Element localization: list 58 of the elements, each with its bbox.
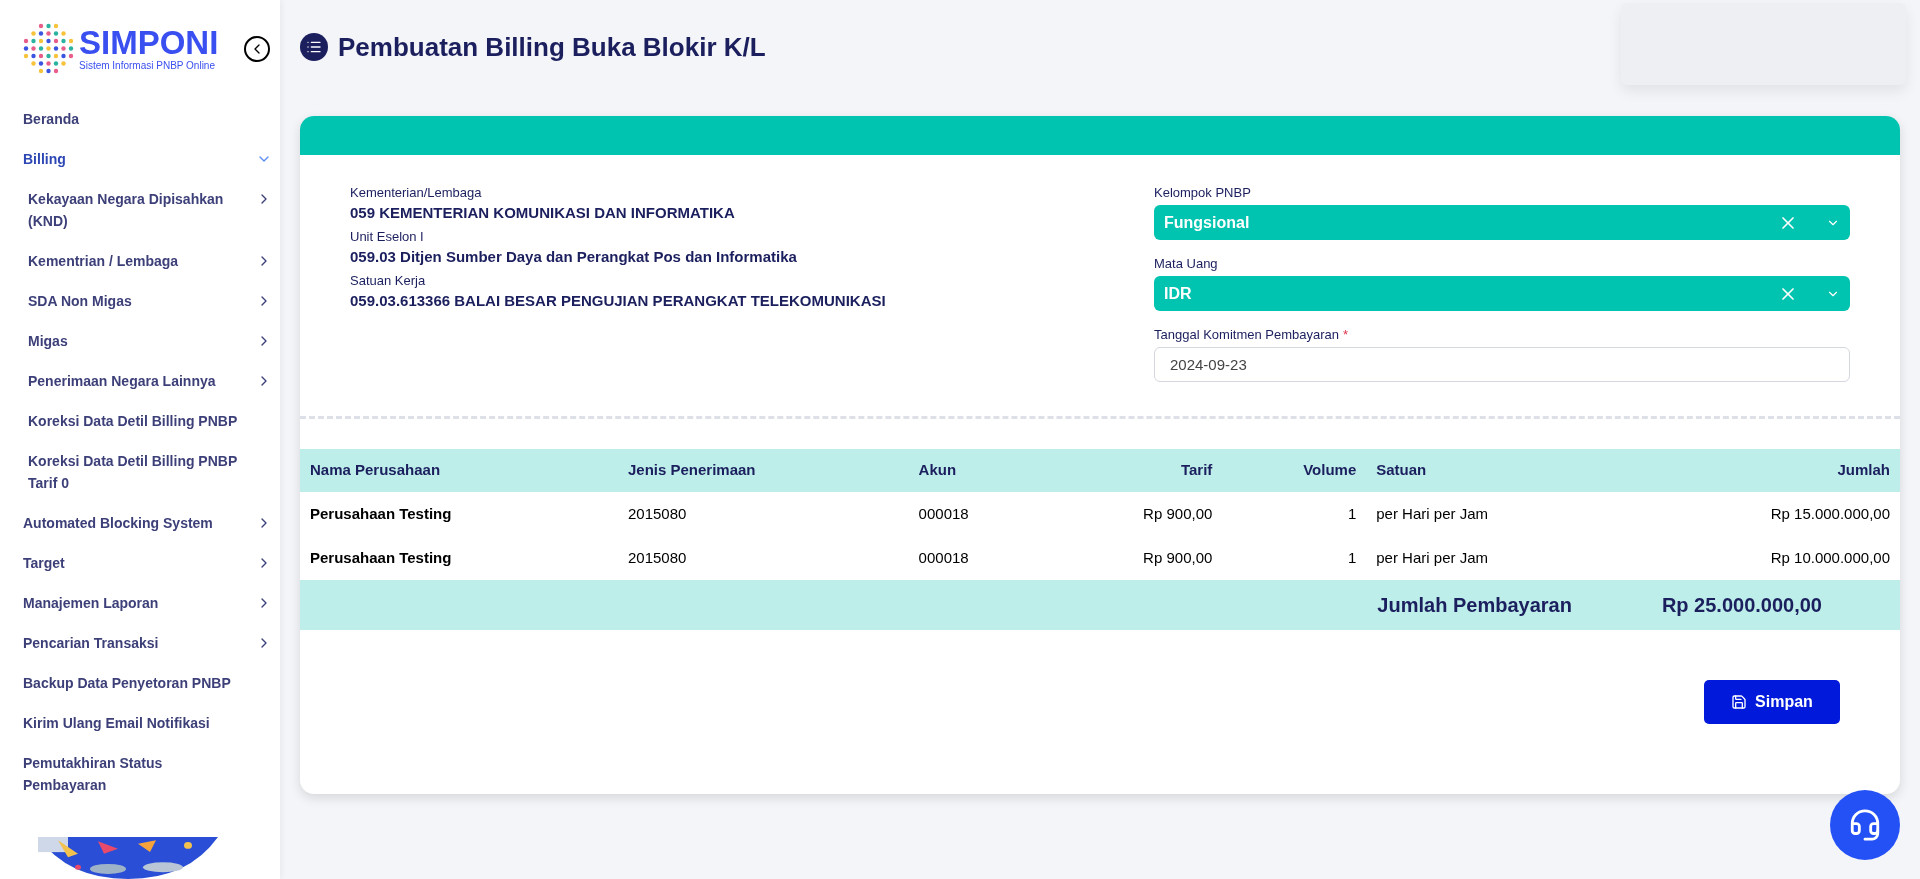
column-header: Satuan	[1366, 449, 1626, 492]
sidebar-item[interactable]: Target	[0, 543, 280, 583]
sidebar-item[interactable]: Koreksi Data Detil Billing PNBP	[0, 401, 280, 441]
date-field[interactable]: 2024-09-23	[1154, 347, 1850, 382]
table-cell: 000018	[908, 492, 1047, 536]
sidebar-item[interactable]: Kirim Ulang Email Notifikasi	[0, 703, 280, 743]
table-cell: 2015080	[617, 492, 909, 536]
table-cell: Rp 15.000.000,00	[1625, 492, 1900, 536]
sidebar-item[interactable]: Automated Blocking System	[0, 503, 280, 543]
table-cell-text: Perusahaan Testing	[309, 547, 453, 568]
required-mark: *	[1343, 326, 1349, 344]
info-value: 059 KEMENTERIAN KOMUNIKASI DAN INFORMATIKA	[350, 203, 736, 223]
sidebar-item[interactable]: Manajemen Laporan	[0, 583, 280, 623]
column-header: Jumlah	[1625, 449, 1900, 492]
table-cell: 1	[1222, 492, 1367, 536]
table-cell-text: 2015080	[626, 547, 688, 568]
field-label: Tanggal Komitmen Pembayaran	[1154, 326, 1339, 344]
table-cell-text: Rp 10.000.000,00	[1769, 547, 1891, 568]
sidebar-item[interactable]: Migas	[0, 321, 280, 361]
table-cell-text: 000018	[917, 547, 970, 568]
table-cell: per Hari per Jam	[1366, 492, 1626, 536]
sidebar-item[interactable]: SDA Non Migas	[0, 281, 280, 321]
sidebar-item[interactable]: Beranda	[0, 99, 280, 139]
total-value: Rp 25.000.000,00	[1661, 593, 1822, 618]
column-header: Nama Perusahaan	[300, 449, 618, 492]
column-header: Volume	[1222, 449, 1367, 492]
save-button[interactable]: Simpan	[1704, 680, 1840, 724]
sidebar-item[interactable]: Pencarian Transaksi	[0, 623, 280, 663]
sidebar-item[interactable]: Pemutakhiran Status Pembayaran	[0, 743, 280, 805]
sidebar-item[interactable]: Billing	[0, 139, 280, 179]
collapse-sidebar-button[interactable]	[244, 35, 270, 62]
info-label: Satuan Kerja	[350, 272, 427, 290]
page-title: Pembuatan Billing Buka Blokir K/L	[338, 30, 766, 64]
sidebar-item[interactable]: Kementrian / Lembaga	[0, 241, 280, 281]
sidebar-item[interactable]: Penerimaan Negara Lainnya	[0, 361, 280, 401]
field-label: Kelompok PNBP	[1154, 184, 1251, 202]
field-label: Mata Uang	[1154, 255, 1218, 273]
info-label: Kementerian/Lembaga	[350, 184, 483, 202]
logo-wordmark: SIMPONI	[79, 25, 219, 60]
table-cell: Rp 900,00	[1046, 492, 1223, 536]
info-value: 059.03 Ditjen Sumber Daya dan Perangkat Pos dan Informatika	[350, 247, 798, 267]
sidebar-item[interactable]: Koreksi Data Detil Billing PNBP Tarif 0	[0, 441, 280, 503]
headset-icon	[1848, 808, 1882, 842]
total-label: Jumlah Pembayaran	[1377, 593, 1572, 618]
sidebar-item[interactable]: Kekayaan Negara Dipisahkan (KND)	[0, 179, 280, 241]
table-cell: Perusahaan Testing	[300, 492, 618, 536]
info-label: Unit Eselon I	[350, 228, 425, 246]
sidebar-item[interactable]: Backup Data Penyetoran PNBP	[0, 663, 280, 703]
logo-tagline: Sistem Informasi PNBP Online	[79, 59, 216, 72]
table-cell-text: Rp 900,00	[1142, 547, 1214, 568]
table-cell-text: 1	[1346, 547, 1358, 568]
list-icon	[300, 33, 328, 61]
save-icon	[1731, 694, 1748, 710]
table-cell-text: per Hari per Jam	[1375, 547, 1489, 568]
column-header: Jenis Penerimaan	[617, 449, 909, 492]
column-header: Tarif	[1046, 449, 1223, 492]
column-header: Akun	[908, 449, 1047, 492]
info-value: 059.03.613366 BALAI BESAR PENGUJIAN PERANGKAT TELEKOMUNIKASI	[350, 291, 886, 311]
